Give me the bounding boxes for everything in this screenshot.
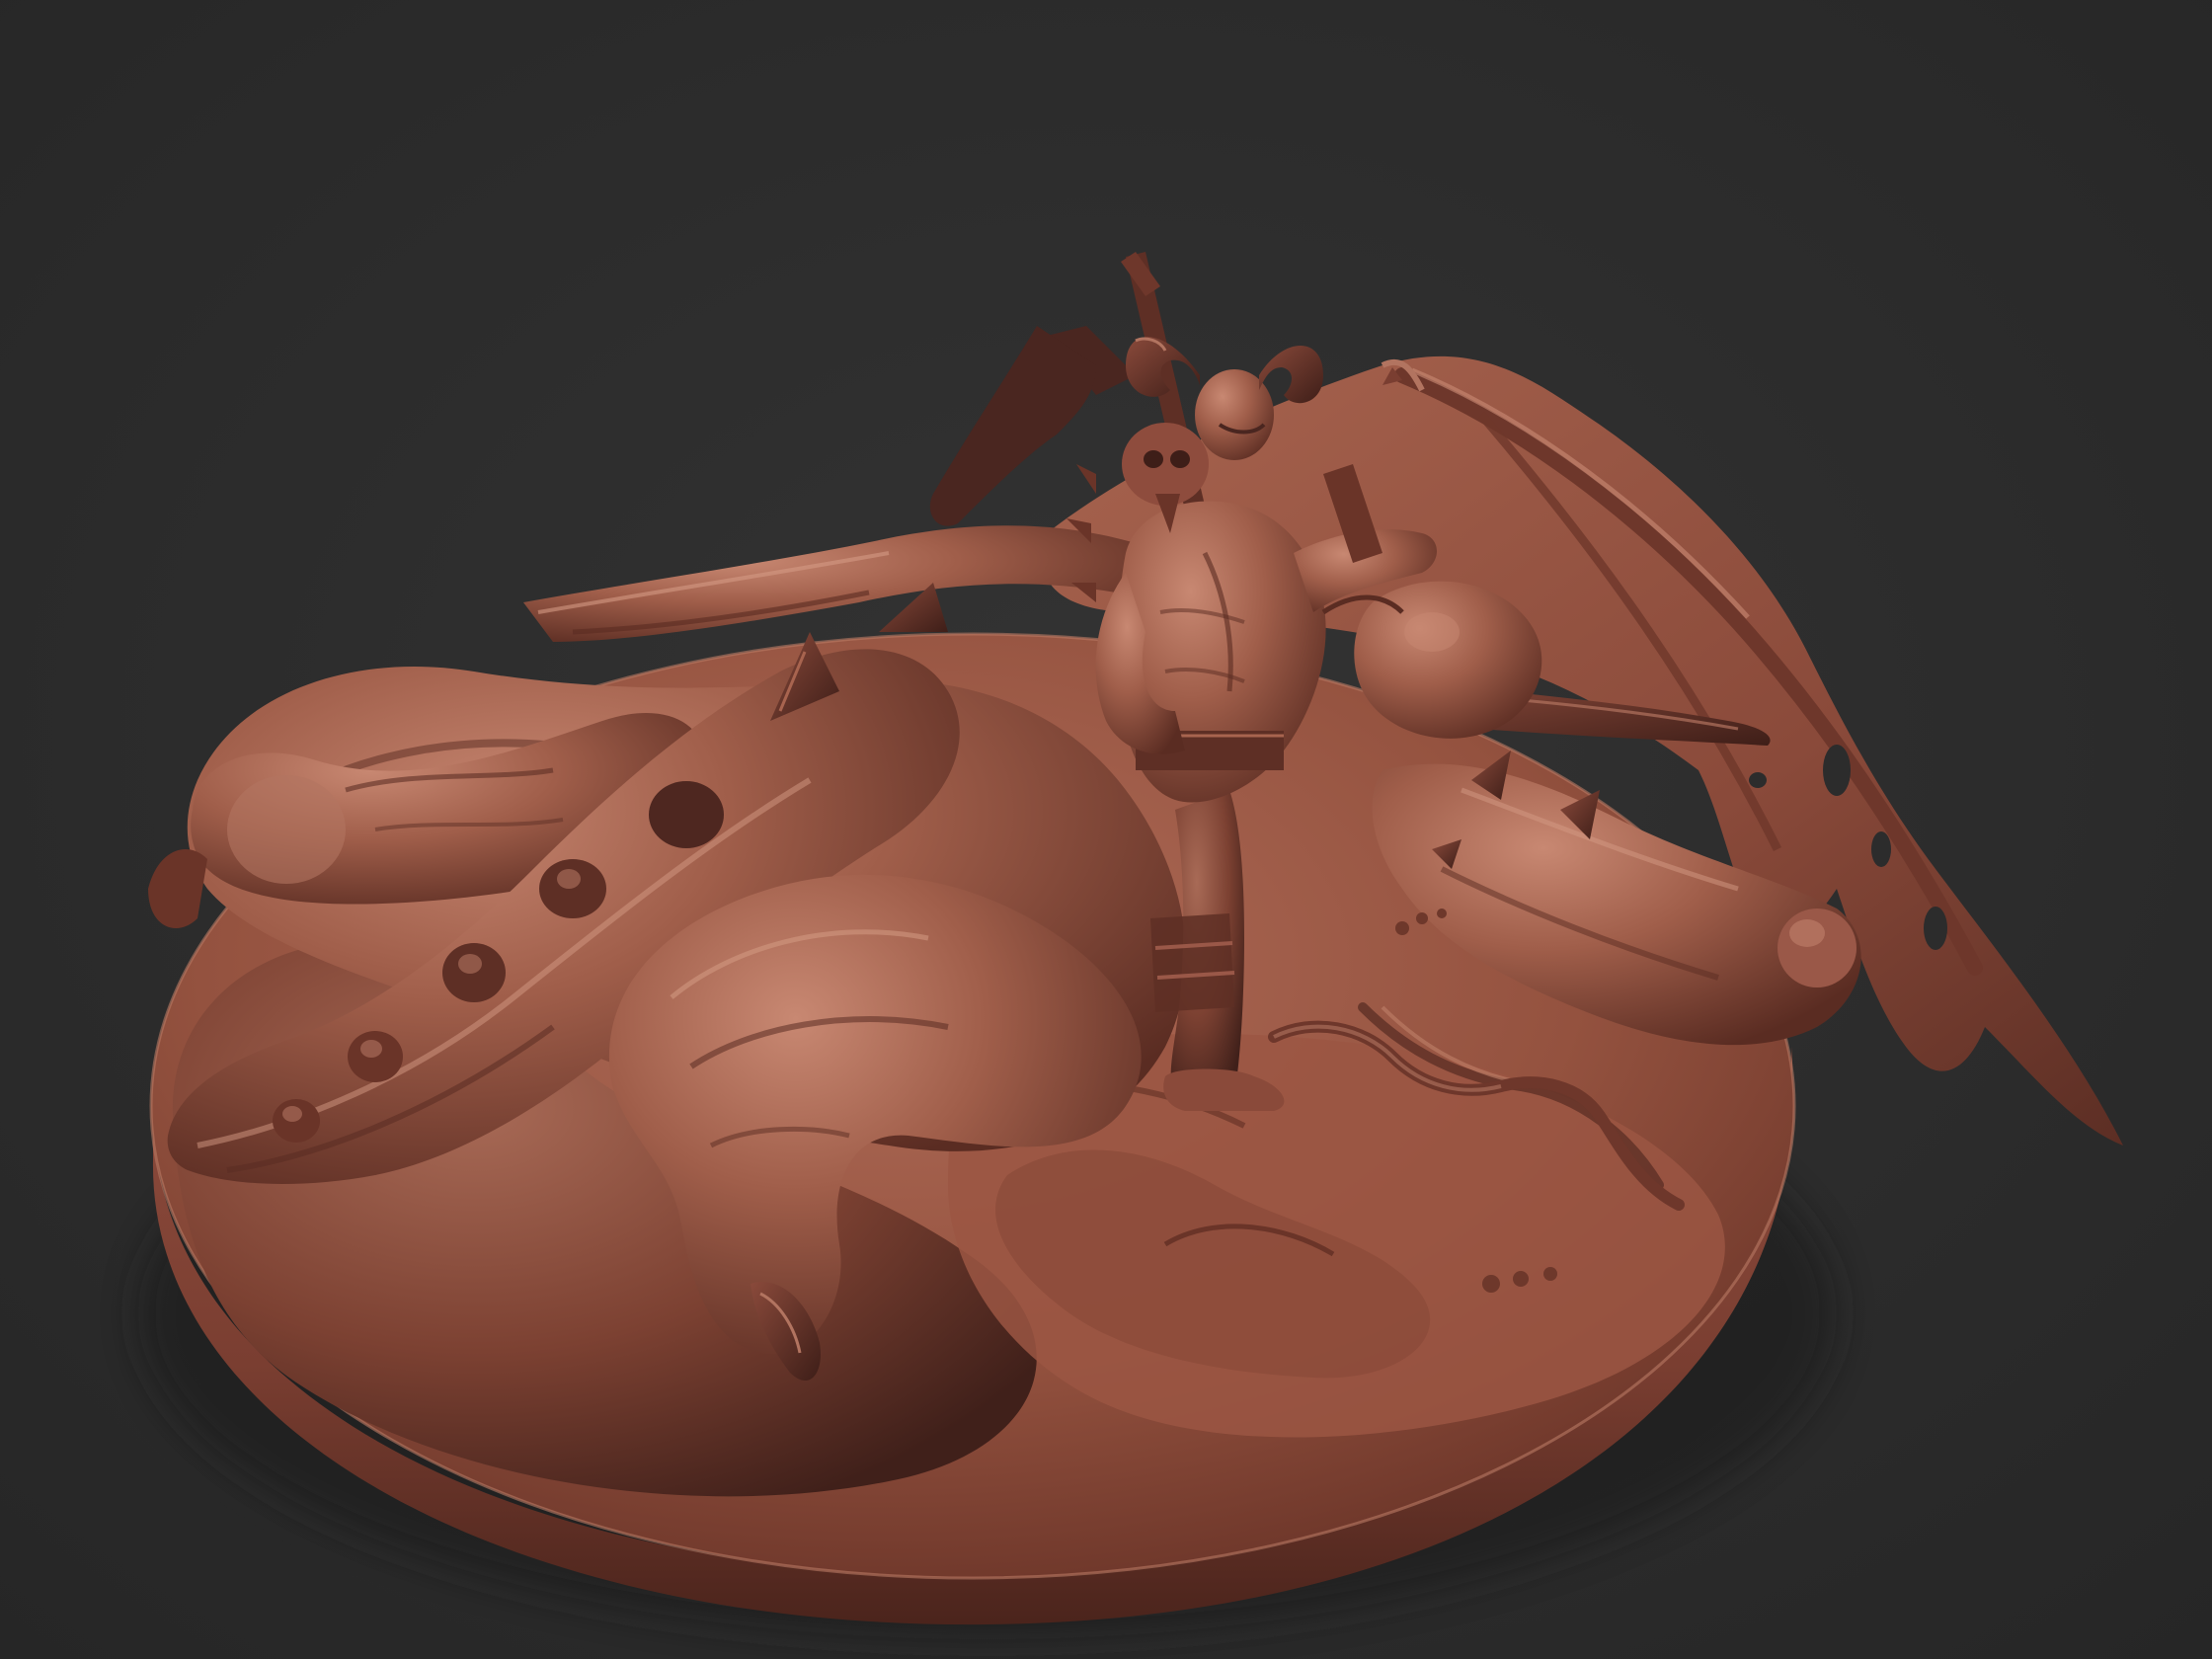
sculpt-render bbox=[0, 0, 2212, 1659]
skull-pauldron bbox=[1122, 423, 1209, 506]
3d-viewport[interactable] bbox=[0, 0, 2212, 1659]
tail-knob bbox=[649, 781, 724, 848]
tail-knob bbox=[539, 859, 606, 918]
